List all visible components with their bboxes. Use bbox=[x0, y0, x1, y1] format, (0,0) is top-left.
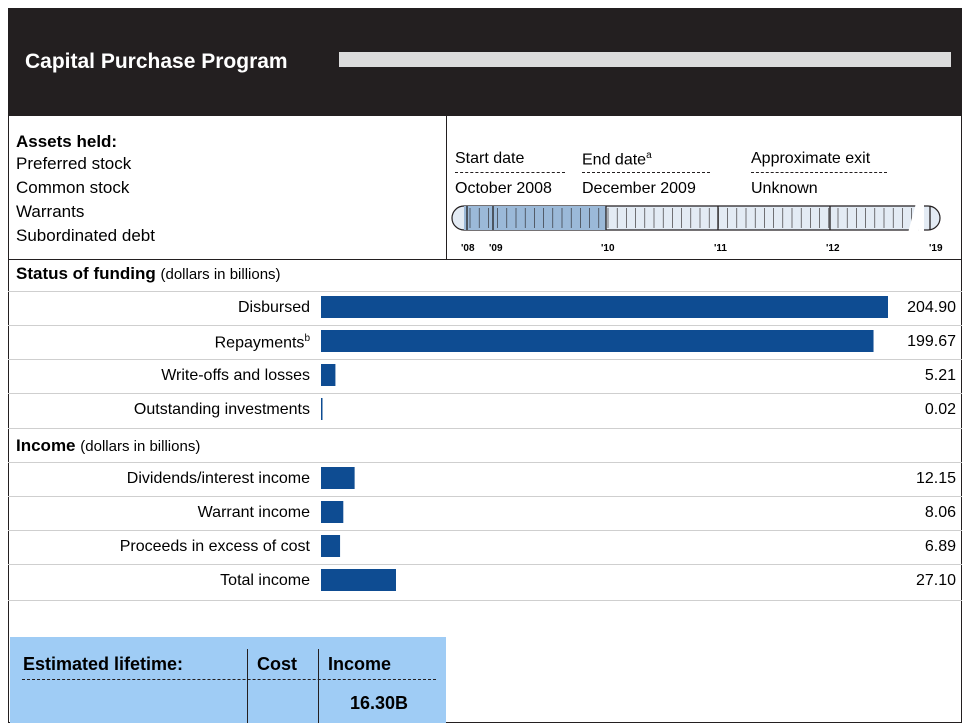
lifetime-separator bbox=[318, 649, 319, 723]
row-rule bbox=[8, 496, 962, 497]
bar-category-label: Outstanding investments bbox=[133, 401, 310, 418]
lifetime-cost-header: Cost bbox=[257, 654, 297, 674]
bar bbox=[321, 398, 323, 420]
bar-value-label: 0.02 bbox=[924, 401, 956, 418]
bar bbox=[321, 501, 344, 523]
row-rule bbox=[8, 359, 962, 360]
bar-category-label: Proceeds in excess of cost bbox=[119, 538, 310, 555]
row-rule bbox=[8, 530, 962, 531]
bar bbox=[321, 296, 888, 318]
bar-category-label: Warrant income bbox=[197, 504, 310, 521]
bar bbox=[321, 467, 355, 489]
bar bbox=[321, 569, 396, 591]
bar-chart-area bbox=[321, 296, 888, 591]
bar-value-label: 27.10 bbox=[915, 572, 956, 589]
section-rule bbox=[8, 462, 962, 463]
lifetime-label: Estimated lifetime: bbox=[23, 654, 184, 674]
section-rule bbox=[8, 600, 962, 601]
bar-value-label: 6.89 bbox=[924, 538, 956, 555]
row-rule bbox=[8, 564, 962, 565]
lifetime-income-header: Income bbox=[328, 654, 392, 674]
bar bbox=[321, 364, 336, 386]
bar-category-label: Total income bbox=[220, 572, 310, 589]
bar-category-label: Write-offs and losses bbox=[161, 367, 310, 384]
bar-category-label: Dividends/interest income bbox=[126, 470, 310, 487]
bar-category-note: b bbox=[304, 333, 310, 344]
bar-value-label: 8.06 bbox=[924, 504, 956, 521]
bar-category-label: Repaymentsb bbox=[214, 333, 310, 352]
bar-value-label: 199.67 bbox=[907, 333, 956, 350]
section-rule bbox=[8, 428, 962, 429]
bar-value-label: 204.90 bbox=[907, 299, 956, 316]
bar-value-label: 5.21 bbox=[924, 367, 956, 384]
estimated-lifetime-box: Estimated lifetime: Cost Income 16.30B bbox=[10, 637, 446, 723]
lifetime-separator bbox=[247, 649, 248, 723]
section-rule bbox=[8, 291, 962, 292]
bar bbox=[321, 535, 341, 557]
bar-category-label: Disbursed bbox=[237, 299, 310, 316]
bar bbox=[321, 330, 874, 352]
bar-value-label: 12.15 bbox=[915, 470, 956, 487]
lifetime-dash bbox=[22, 679, 436, 680]
row-rule bbox=[8, 325, 962, 326]
row-rule bbox=[8, 393, 962, 394]
lifetime-income-value: 16.30B bbox=[350, 693, 409, 713]
